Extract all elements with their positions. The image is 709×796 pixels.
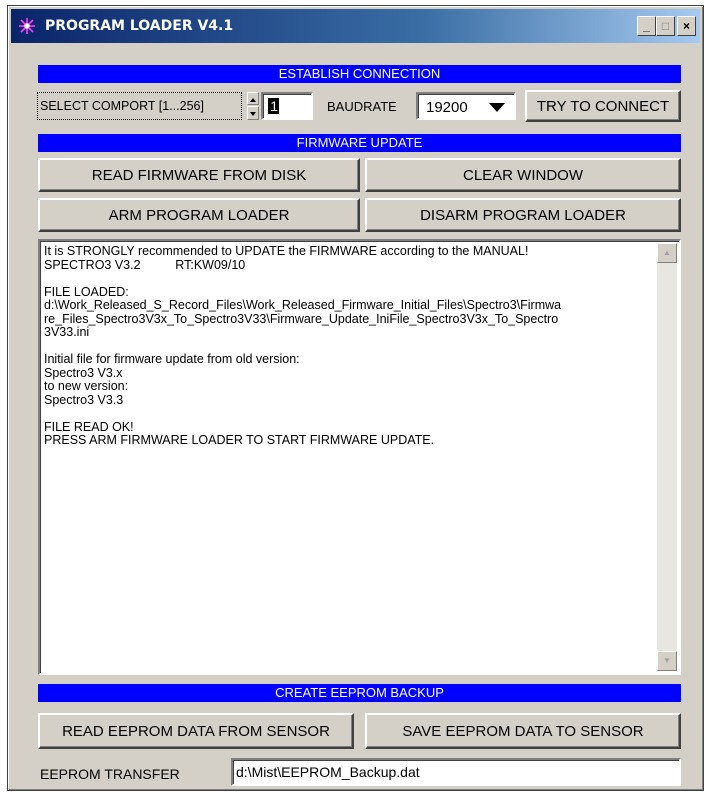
comport-label: SELECT COMPORT [1...256] — [37, 92, 242, 120]
spin-down-arrow-icon[interactable] — [247, 106, 259, 120]
firmware-log-textarea[interactable]: It is STRONGLY recommended to UPDATE the… — [38, 239, 681, 675]
firmware-update-header: FIRMWARE UPDATE — [38, 134, 681, 152]
eeprom-transfer-path: d:\Mist\EEPROM_Backup.dat — [236, 764, 420, 780]
clear-window-button[interactable]: CLEAR WINDOW — [365, 158, 681, 192]
app-icon — [19, 18, 35, 34]
baudrate-value: 19200 — [426, 99, 468, 116]
scroll-down-arrow-icon[interactable]: ▼ — [657, 651, 677, 671]
comport-input[interactable]: 1 — [261, 92, 313, 120]
comport-value: 1 — [268, 98, 279, 114]
baudrate-select[interactable]: 19200 — [416, 92, 516, 120]
baudrate-label: BAUDRATE — [327, 99, 397, 114]
eeprom-transfer-path-input[interactable]: d:\Mist\EEPROM_Backup.dat — [231, 758, 681, 786]
spin-up-arrow-icon[interactable] — [247, 92, 259, 105]
comport-spinner[interactable] — [247, 92, 259, 120]
eeprom-transfer-label: EEPROM TRANSFER — [40, 766, 180, 782]
establish-connection-header: ESTABLISH CONNECTION — [38, 65, 681, 83]
log-scrollbar[interactable]: ▲ ▼ — [657, 243, 677, 671]
window-title: PROGRAM LOADER V4.1 — [45, 18, 234, 34]
read-firmware-button[interactable]: READ FIRMWARE FROM DISK — [38, 158, 360, 192]
try-to-connect-button[interactable]: TRY TO CONNECT — [525, 90, 681, 122]
maximize-button: □ — [656, 16, 675, 36]
close-button[interactable]: × — [677, 16, 696, 36]
arm-program-loader-button[interactable]: ARM PROGRAM LOADER — [38, 198, 360, 232]
firmware-log-text: It is STRONGLY recommended to UPDATE the… — [44, 244, 562, 447]
dropdown-arrow-icon[interactable] — [488, 101, 506, 113]
title-bar[interactable]: PROGRAM LOADER V4.1 _ □ × — [11, 9, 700, 43]
minimize-button[interactable]: _ — [637, 16, 656, 36]
program-loader-window: PROGRAM LOADER V4.1 _ □ × ESTABLISH CONN… — [7, 5, 704, 791]
create-eeprom-backup-header: CREATE EEPROM BACKUP — [38, 684, 681, 702]
read-eeprom-button[interactable]: READ EEPROM DATA FROM SENSOR — [38, 713, 354, 749]
save-eeprom-button[interactable]: SAVE EEPROM DATA TO SENSOR — [365, 713, 681, 749]
disarm-program-loader-button[interactable]: DISARM PROGRAM LOADER — [365, 198, 681, 232]
scroll-up-arrow-icon[interactable]: ▲ — [657, 243, 677, 263]
